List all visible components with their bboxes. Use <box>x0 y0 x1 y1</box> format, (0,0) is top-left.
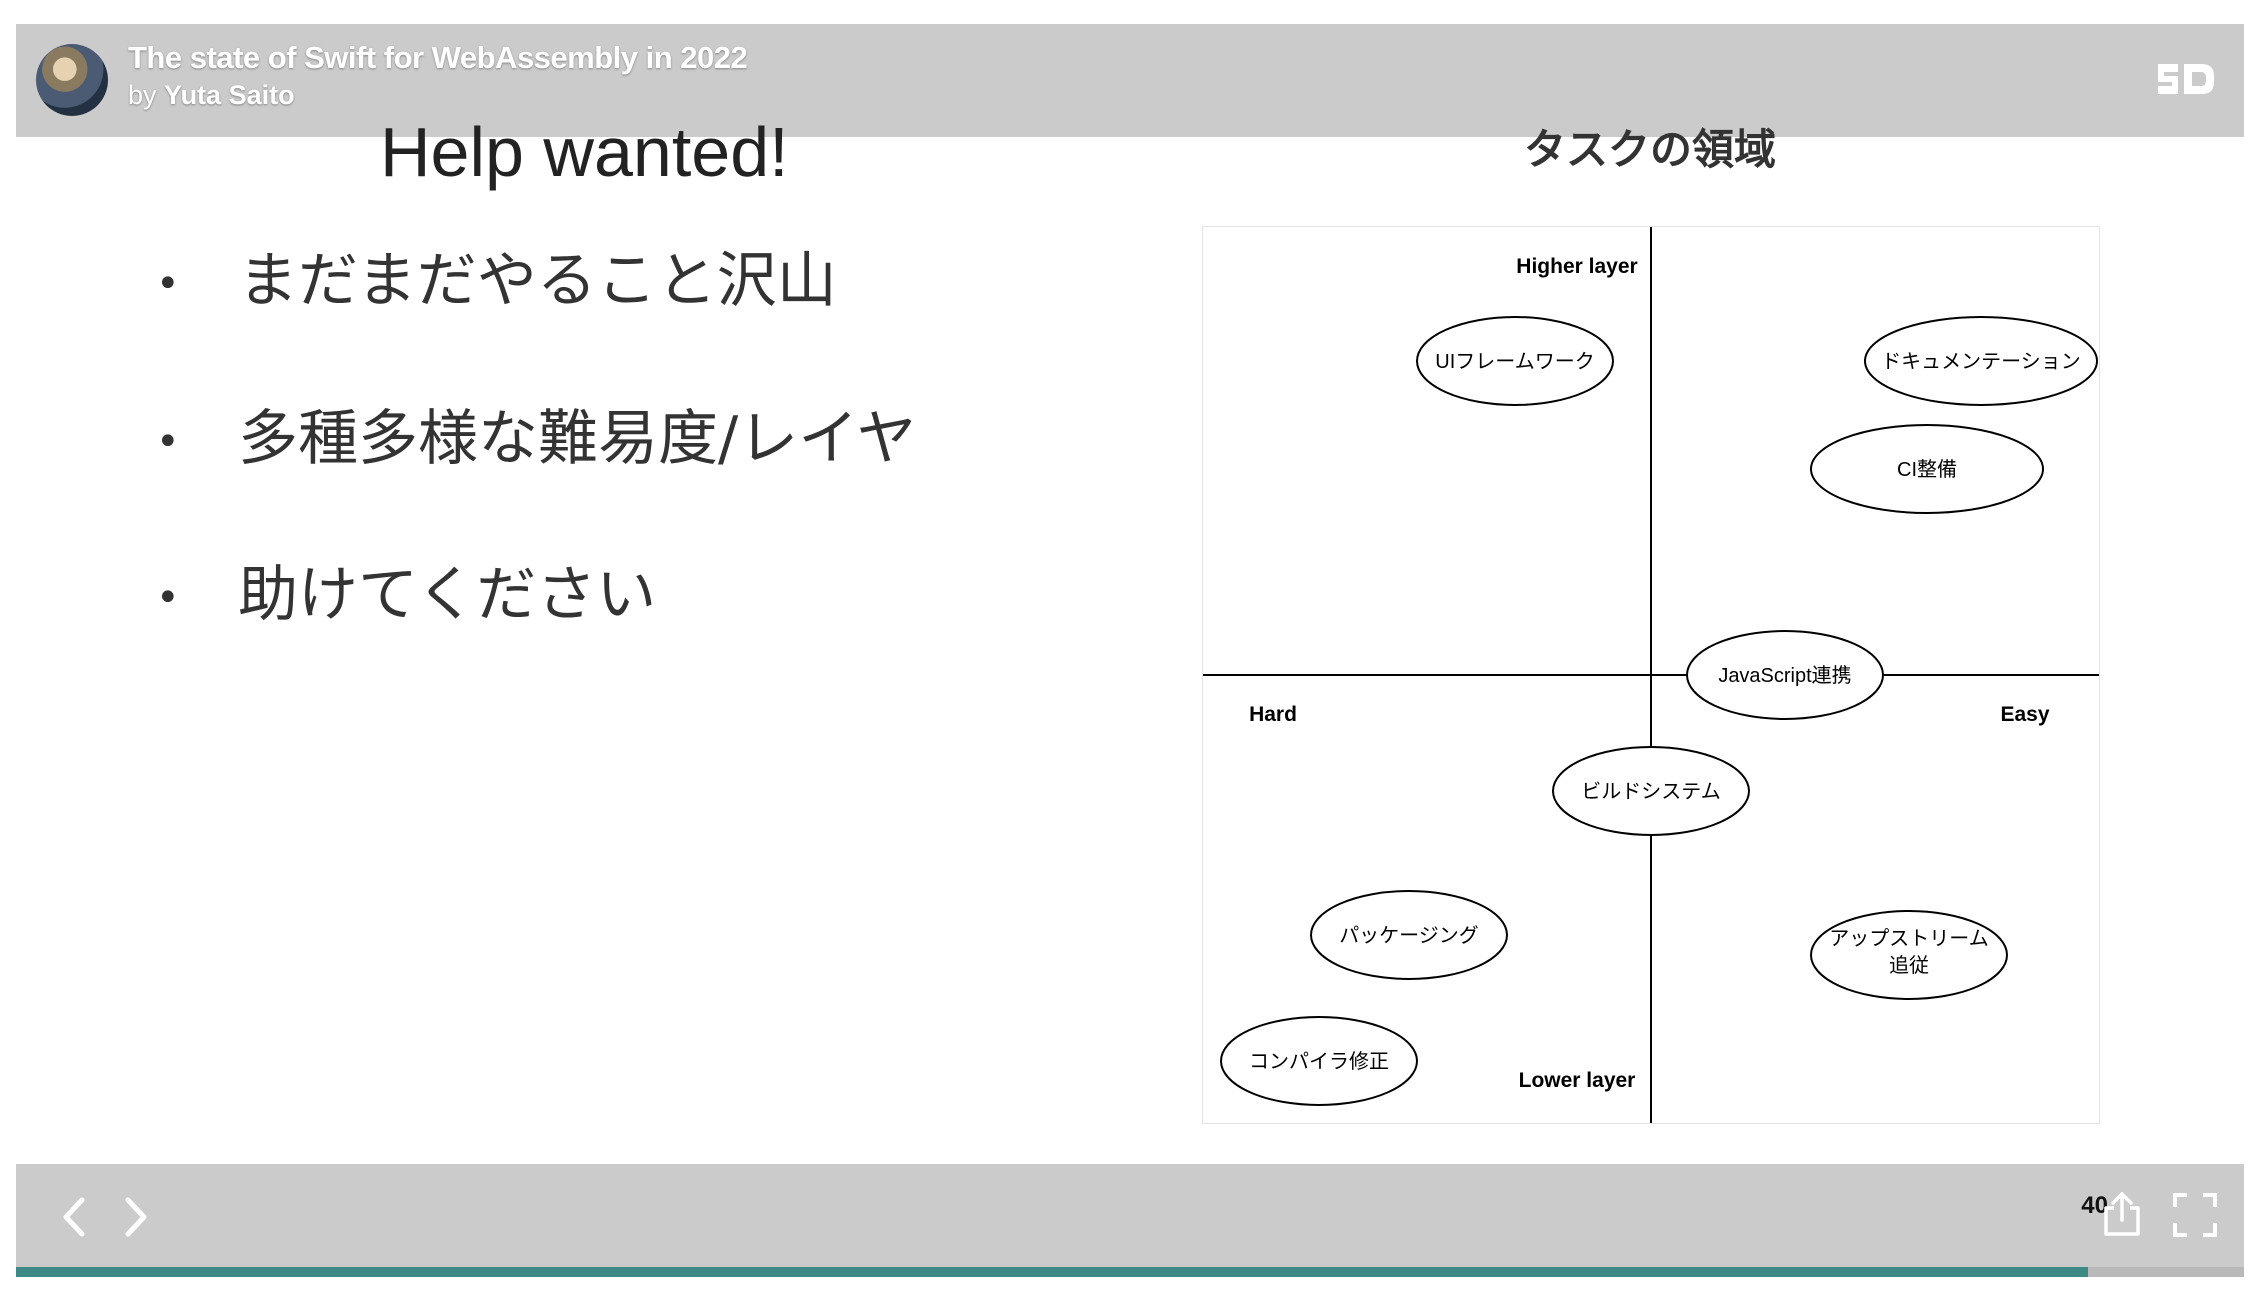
bullet-text: まだまだやること沢山 <box>238 246 837 316</box>
byline: by Yuta Saito <box>128 80 295 111</box>
diagram-title: タスクの領域 <box>1524 125 1777 174</box>
node-label: JavaScript連携 <box>1718 664 1851 687</box>
node-build-system: ビルドシステム <box>1552 746 1750 836</box>
node-documentation: ドキュメンテーション <box>1864 316 2098 406</box>
node-packaging: パッケージング <box>1310 890 1508 980</box>
bullet-text: 多種多様な難易度/レイヤ <box>238 404 917 474</box>
node-ci: CI整備 <box>1810 424 2044 514</box>
slide-player: The state of Swift for WebAssembly in 20… <box>16 24 2244 1277</box>
byline-prefix: by <box>128 80 157 110</box>
node-label: ビルドシステム <box>1581 780 1720 803</box>
progress-bar[interactable] <box>16 1267 2244 1277</box>
axis-label-right: Easy <box>2000 703 2049 726</box>
node-label: 追従 <box>1889 954 1929 977</box>
node-label: アップストリーム <box>1829 928 1988 950</box>
node-label: UIフレームワーク <box>1435 350 1594 373</box>
node-ui-framework: UIフレームワーク <box>1416 316 1614 406</box>
node-label: パッケージング <box>1339 924 1479 947</box>
axis-label-top: Higher layer <box>1516 255 1637 278</box>
avatar[interactable] <box>36 44 108 116</box>
chevron-right-icon[interactable] <box>116 1192 156 1242</box>
share-icon[interactable] <box>2100 1190 2144 1238</box>
task-quadrant-diagram: Higher layer Lower layer Hard Easy UIフレー… <box>1202 226 2100 1124</box>
bullet-dot: • <box>156 419 180 466</box>
list-item: • 多種多様な難易度/レイヤ <box>156 390 916 477</box>
bullet-text: 助けてください <box>238 560 657 630</box>
node-compiler: コンパイラ修正 <box>1220 1016 1418 1106</box>
bullet-dot: • <box>156 261 180 308</box>
author-name[interactable]: Yuta Saito <box>164 80 295 110</box>
fullscreen-icon[interactable] <box>2172 1192 2218 1238</box>
node-javascript: JavaScript連携 <box>1686 630 1884 720</box>
axis-label-bottom: Lower layer <box>1519 1069 1636 1092</box>
list-item: • 助けてください <box>156 546 656 633</box>
top-bar: The state of Swift for WebAssembly in 20… <box>16 24 2244 137</box>
speakerdeck-logo-icon[interactable] <box>2154 58 2218 100</box>
axis-label-left: Hard <box>1249 703 1297 726</box>
bottom-bar: 40 <box>16 1164 2244 1277</box>
node-upstream: アップストリーム 追従 <box>1810 910 2008 1000</box>
node-label: コンパイラ修正 <box>1249 1050 1389 1073</box>
bullet-dot: • <box>156 575 180 622</box>
node-label: ドキュメンテーション <box>1881 351 2081 373</box>
node-label: CI整備 <box>1897 458 1957 481</box>
deck-title[interactable]: The state of Swift for WebAssembly in 20… <box>128 40 748 76</box>
slide-heading: Help wanted! <box>380 113 789 191</box>
list-item: • まだまだやること沢山 <box>156 232 837 319</box>
chevron-left-icon[interactable] <box>54 1192 94 1242</box>
progress-fill <box>16 1267 2089 1277</box>
